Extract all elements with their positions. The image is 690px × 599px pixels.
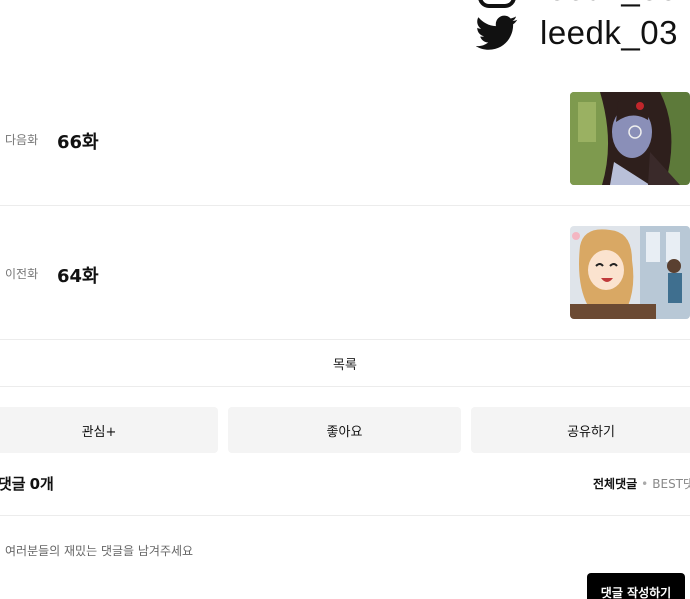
next-episode-title: 66화 xyxy=(57,132,99,153)
social-links: leedk_03 leedk_03 xyxy=(476,0,690,56)
share-button[interactable]: 공유하기 xyxy=(471,407,690,453)
instagram-handle: leedk_03 xyxy=(540,0,678,8)
comment-heading: 댓글 xyxy=(0,475,26,493)
favorite-button[interactable]: 관심+ xyxy=(0,407,218,453)
comment-header: 댓글0개 전체댓글 •BEST댓글 xyxy=(0,470,690,516)
episode-list-button[interactable]: 목록 xyxy=(0,340,690,387)
sort-best-comments[interactable]: BEST댓글 xyxy=(652,477,690,491)
twitter-link[interactable]: leedk_03 xyxy=(476,14,678,52)
next-episode-kind: 다음화 xyxy=(5,133,39,147)
write-comment-button[interactable]: 댓글 작성하기 xyxy=(587,573,685,599)
comment-count: 댓글 0개 xyxy=(0,473,54,494)
comment-sort: 전체댓글 •BEST댓글 xyxy=(593,475,690,492)
comment-count-value: 0개 xyxy=(29,475,54,493)
like-button[interactable]: 좋아요 xyxy=(228,407,461,453)
comment-input[interactable]: 여러분들의 재밌는 댓글을 남겨주세요 xyxy=(5,542,193,559)
episode-64-thumbnail xyxy=(570,226,690,319)
next-episode-link[interactable]: 다음화 66화 xyxy=(0,72,690,206)
twitter-handle: leedk_03 xyxy=(540,14,678,51)
sort-all-comments[interactable]: 전체댓글 xyxy=(593,477,637,491)
instagram-link[interactable]: leedk_03 xyxy=(476,0,678,8)
previous-episode-title: 64화 xyxy=(57,266,99,287)
episode-66-thumbnail xyxy=(570,92,690,185)
previous-episode-kind: 이전화 xyxy=(5,267,39,281)
sort-separator: • xyxy=(641,477,649,491)
previous-episode-link[interactable]: 이전화 64화 xyxy=(0,206,690,340)
twitter-icon xyxy=(476,15,518,51)
instagram-icon xyxy=(476,0,518,8)
